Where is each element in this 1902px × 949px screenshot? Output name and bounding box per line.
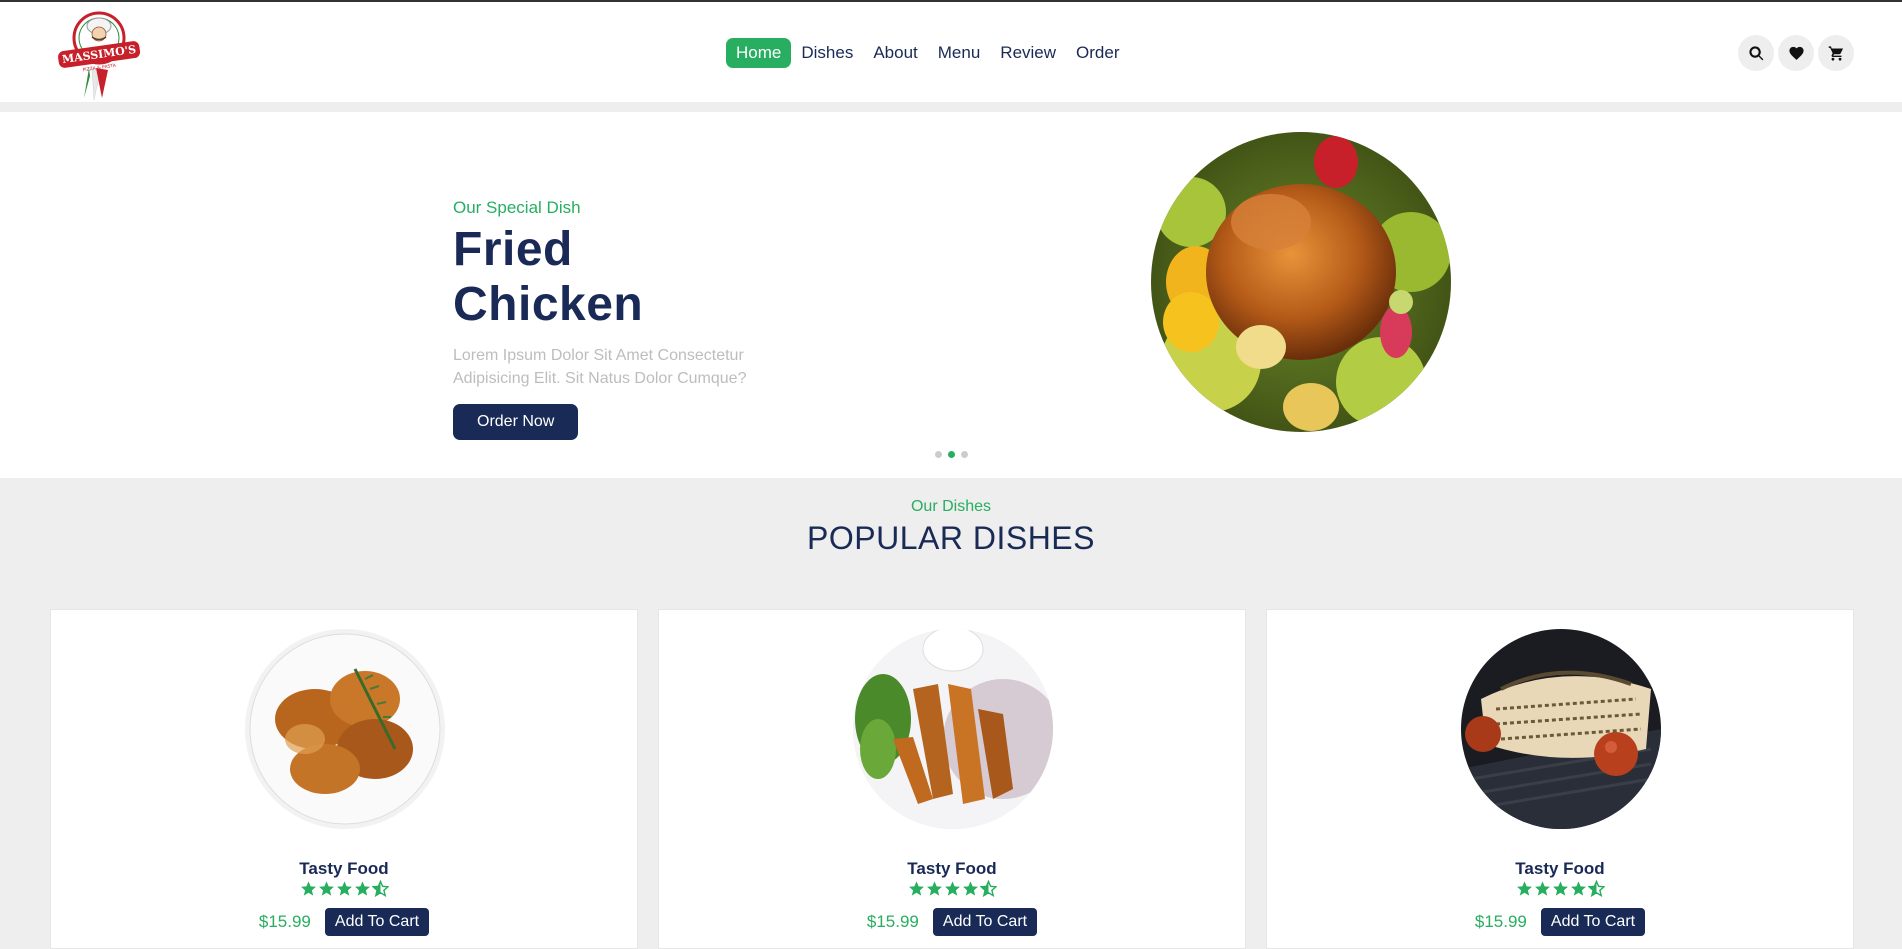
slider-dot[interactable] bbox=[961, 451, 968, 458]
star-rating bbox=[1267, 880, 1853, 897]
star-half-icon bbox=[979, 880, 997, 897]
hero-slider: Our Special Dish Fried Chicken Lorem Ips… bbox=[0, 112, 1902, 478]
star-rating bbox=[659, 880, 1245, 897]
star-rating bbox=[51, 880, 637, 897]
star-icon bbox=[1534, 881, 1550, 896]
slider-dot-active[interactable] bbox=[948, 451, 955, 458]
hero-dish-image bbox=[1151, 132, 1451, 432]
card-footer: $15.99 Add To Cart bbox=[51, 908, 637, 936]
hero-content: Our Special Dish Fried Chicken Lorem Ips… bbox=[453, 198, 773, 440]
nav-about[interactable]: About bbox=[863, 38, 927, 68]
star-icon bbox=[926, 881, 942, 896]
card-footer: $15.99 Add To Cart bbox=[1267, 908, 1853, 936]
star-half-icon bbox=[371, 880, 389, 897]
nav-review[interactable]: Review bbox=[990, 38, 1066, 68]
dish-price: $15.99 bbox=[258, 912, 311, 931]
star-icon bbox=[944, 881, 960, 896]
star-icon bbox=[1570, 881, 1586, 896]
dish-cards: Tasty Food $15.99 Add To Cart Tasty Food… bbox=[50, 609, 1854, 949]
nav-dishes[interactable]: Dishes bbox=[791, 38, 863, 68]
heart-icon bbox=[1788, 46, 1804, 60]
star-icon bbox=[318, 881, 334, 896]
nav-home[interactable]: Home bbox=[726, 38, 792, 68]
star-icon bbox=[1516, 881, 1532, 896]
hero-subtitle: Our Special Dish bbox=[453, 198, 581, 217]
header-icons bbox=[1738, 35, 1854, 71]
add-to-cart-button[interactable]: Add To Cart bbox=[932, 908, 1038, 936]
search-icon bbox=[1748, 45, 1763, 60]
dish-price: $15.99 bbox=[866, 912, 919, 931]
dish-price: $15.99 bbox=[1474, 912, 1527, 931]
star-icon bbox=[908, 881, 924, 896]
star-icon bbox=[300, 881, 316, 896]
star-icon bbox=[354, 881, 370, 896]
add-to-cart-button[interactable]: Add To Cart bbox=[324, 908, 430, 936]
star-icon bbox=[1552, 881, 1568, 896]
card-footer: $15.99 Add To Cart bbox=[659, 908, 1245, 936]
order-now-button[interactable]: Order Now bbox=[453, 404, 579, 440]
slider-dot[interactable] bbox=[935, 451, 942, 458]
slider-pagination bbox=[935, 451, 968, 458]
search-button[interactable] bbox=[1738, 35, 1774, 71]
add-to-cart-button[interactable]: Add To Cart bbox=[1540, 908, 1646, 936]
dish-card: Tasty Food $15.99 Add To Cart bbox=[50, 609, 638, 949]
dish-image bbox=[245, 629, 445, 829]
brand-logo[interactable]: MASSIMO'S PIZZA & PASTA bbox=[56, 6, 142, 101]
dish-card: Tasty Food $15.99 Add To Cart bbox=[658, 609, 1246, 949]
dish-image bbox=[853, 629, 1053, 829]
dishes-heading: Our Dishes POPULAR DISHES bbox=[0, 498, 1902, 557]
dish-card: Tasty Food $15.99 Add To Cart bbox=[1266, 609, 1854, 949]
star-icon bbox=[962, 881, 978, 896]
star-icon bbox=[336, 881, 352, 896]
dish-name: Tasty Food bbox=[907, 859, 997, 878]
favorites-button[interactable] bbox=[1778, 35, 1814, 71]
hero-title: Fried Chicken bbox=[453, 223, 644, 331]
cart-icon bbox=[1828, 45, 1843, 61]
section-title: POPULAR DISHES bbox=[807, 520, 1095, 556]
site-header: MASSIMO'S PIZZA & PASTA Home Dishes Abou… bbox=[0, 2, 1902, 102]
cart-button[interactable] bbox=[1818, 35, 1854, 71]
nav-order[interactable]: Order bbox=[1066, 38, 1129, 68]
dish-image bbox=[1461, 629, 1661, 829]
nav-menu[interactable]: Menu bbox=[928, 38, 991, 68]
dish-name: Tasty Food bbox=[299, 859, 389, 878]
hero-description: Lorem Ipsum Dolor Sit Amet Consectetur A… bbox=[453, 347, 747, 387]
section-subtitle: Our Dishes bbox=[910, 498, 992, 515]
star-half-icon bbox=[1587, 880, 1605, 897]
main-nav: Home Dishes About Menu Review Order bbox=[726, 38, 1130, 68]
dish-name: Tasty Food bbox=[1515, 859, 1605, 878]
